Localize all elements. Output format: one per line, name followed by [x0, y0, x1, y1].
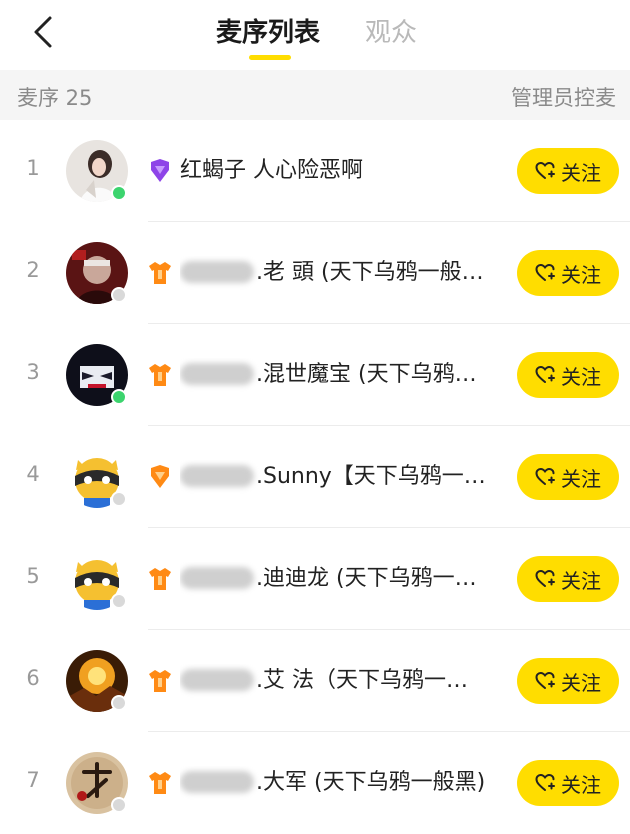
queue-row[interactable]: 2 .老 頭 (天下乌鸦一般… 关注: [0, 222, 630, 324]
blurred-user-id: [180, 261, 254, 283]
orange-crest-icon: [147, 464, 173, 490]
heart-plus-icon: [535, 569, 555, 589]
follow-button[interactable]: 关注: [517, 556, 619, 602]
user-nickname: .艾 法（天下乌鸦一…: [180, 664, 500, 698]
purple-crest-icon: [147, 158, 173, 184]
follow-label: 关注: [561, 772, 601, 797]
follow-label: 关注: [561, 568, 601, 593]
heart-plus-icon: [535, 671, 555, 691]
heart-plus-icon: [535, 467, 555, 487]
avatar[interactable]: [66, 242, 128, 304]
active-tab-indicator: [249, 55, 291, 60]
avatar[interactable]: [66, 446, 128, 508]
user-nickname: .混世魔宝 (天下乌鸦…: [180, 358, 500, 392]
queue-row[interactable]: 4 .Sunny【天下乌鸦一… 关注: [0, 426, 630, 528]
rank-number: 1: [26, 156, 40, 180]
rank-number: 6: [26, 666, 40, 690]
follow-button[interactable]: 关注: [517, 658, 619, 704]
avatar[interactable]: [66, 548, 128, 610]
offline-status-dot: [111, 491, 127, 507]
avatar[interactable]: [66, 650, 128, 712]
rank-number: 5: [26, 564, 40, 588]
offline-status-dot: [111, 287, 127, 303]
header: 麦序列表 观众: [0, 0, 630, 70]
queue-row[interactable]: 7 .大军 (天下乌鸦一般黑) 关注: [0, 732, 630, 834]
offline-status-dot: [111, 695, 127, 711]
follow-label: 关注: [561, 262, 601, 287]
queue-count: 麦序 25: [17, 86, 93, 110]
heart-plus-icon: [535, 161, 555, 181]
follow-label: 关注: [561, 160, 601, 185]
rank-number: 4: [26, 462, 40, 486]
follow-button[interactable]: 关注: [517, 760, 619, 806]
offline-status-dot: [111, 797, 127, 813]
heart-plus-icon: [535, 263, 555, 283]
tab-audience[interactable]: 观众: [365, 16, 417, 50]
blurred-user-id: [180, 771, 254, 793]
blurred-user-id: [180, 363, 254, 385]
follow-label: 关注: [561, 670, 601, 695]
queue-summary-bar: 麦序 25 管理员控麦: [0, 70, 630, 120]
orange-shirt-icon: [147, 260, 173, 286]
follow-label: 关注: [561, 364, 601, 389]
admin-mic-control-link[interactable]: 管理员控麦: [511, 82, 616, 112]
heart-plus-icon: [535, 773, 555, 793]
follow-button[interactable]: 关注: [517, 250, 619, 296]
blurred-user-id: [180, 465, 254, 487]
queue-list: 1 红蝎子 人心险恶啊 关注 2 .老 頭 (天下乌鸦一般… 关注 3 .混世魔…: [0, 120, 630, 834]
follow-label: 关注: [561, 466, 601, 491]
queue-row[interactable]: 1 红蝎子 人心险恶啊 关注: [0, 120, 630, 222]
rank-number: 3: [26, 360, 40, 384]
user-nickname: .大军 (天下乌鸦一般黑): [180, 766, 500, 800]
back-arrow-icon[interactable]: [28, 12, 64, 52]
queue-row[interactable]: 6 .艾 法（天下乌鸦一… 关注: [0, 630, 630, 732]
queue-row[interactable]: 3 .混世魔宝 (天下乌鸦… 关注: [0, 324, 630, 426]
orange-shirt-icon: [147, 668, 173, 694]
rank-number: 7: [26, 768, 40, 792]
online-status-dot: [111, 185, 127, 201]
follow-button[interactable]: 关注: [517, 454, 619, 500]
avatar[interactable]: [66, 752, 128, 814]
tab-mic-queue[interactable]: 麦序列表: [216, 16, 320, 50]
orange-shirt-icon: [147, 566, 173, 592]
follow-button[interactable]: 关注: [517, 148, 619, 194]
user-nickname: 红蝎子 人心险恶啊: [180, 158, 363, 183]
blurred-user-id: [180, 567, 254, 589]
heart-plus-icon: [535, 365, 555, 385]
queue-row[interactable]: 5 .迪迪龙 (天下乌鸦一… 关注: [0, 528, 630, 630]
follow-button[interactable]: 关注: [517, 352, 619, 398]
avatar[interactable]: [66, 344, 128, 406]
online-status-dot: [111, 389, 127, 405]
user-nickname: .老 頭 (天下乌鸦一般…: [180, 256, 500, 290]
avatar[interactable]: [66, 140, 128, 202]
offline-status-dot: [111, 593, 127, 609]
orange-shirt-icon: [147, 770, 173, 796]
rank-number: 2: [26, 258, 40, 282]
user-nickname: .迪迪龙 (天下乌鸦一…: [180, 562, 500, 596]
orange-shirt-icon: [147, 362, 173, 388]
user-nickname: .Sunny【天下乌鸦一…: [180, 460, 500, 494]
blurred-user-id: [180, 669, 254, 691]
